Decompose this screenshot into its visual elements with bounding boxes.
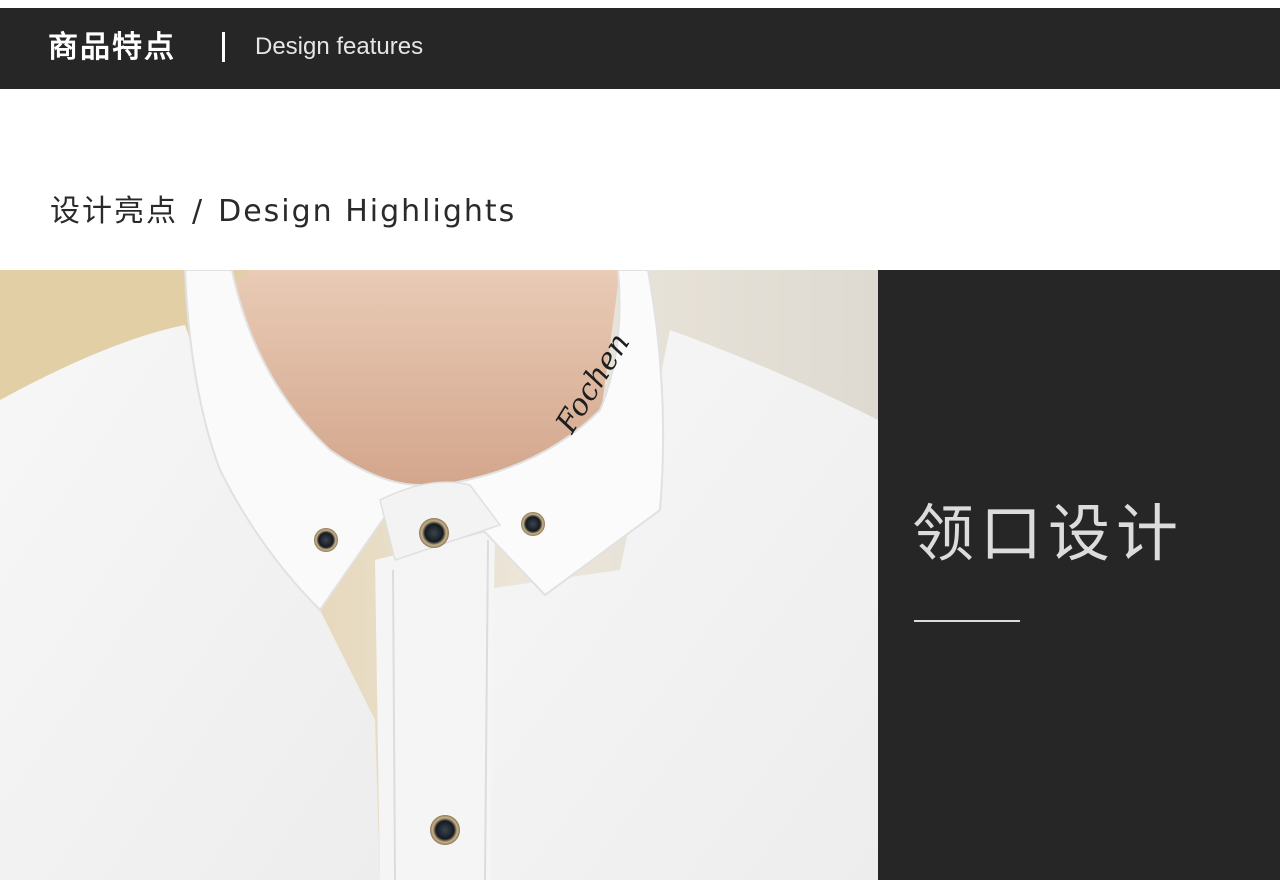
header-title-cn: 商品特点 bbox=[48, 30, 176, 65]
feature-panel: 领口设计 bbox=[878, 270, 1280, 880]
feature-title-underline bbox=[914, 620, 1020, 622]
section-title-separator: / bbox=[192, 194, 205, 229]
top-margin bbox=[0, 0, 1280, 8]
section-title-en: Design Highlights bbox=[218, 194, 517, 229]
placket-button bbox=[430, 815, 460, 845]
header-bar: 商品特点 Design features bbox=[0, 8, 1280, 89]
header-separator bbox=[222, 32, 225, 62]
section-title-cn: 设计亮点 bbox=[50, 194, 178, 229]
bottom-margin bbox=[0, 880, 1280, 890]
collar-button-right bbox=[521, 512, 545, 536]
collar-button-center bbox=[419, 518, 449, 548]
collar-illustration: Fochen bbox=[0, 270, 878, 880]
header-title-en: Design features bbox=[255, 33, 424, 60]
product-photo-collar: Fochen bbox=[0, 270, 878, 880]
collar-button-left bbox=[314, 528, 338, 552]
section-title: 设计亮点 / Design Highlights bbox=[50, 192, 516, 232]
feature-title: 领口设计 bbox=[912, 497, 1185, 570]
